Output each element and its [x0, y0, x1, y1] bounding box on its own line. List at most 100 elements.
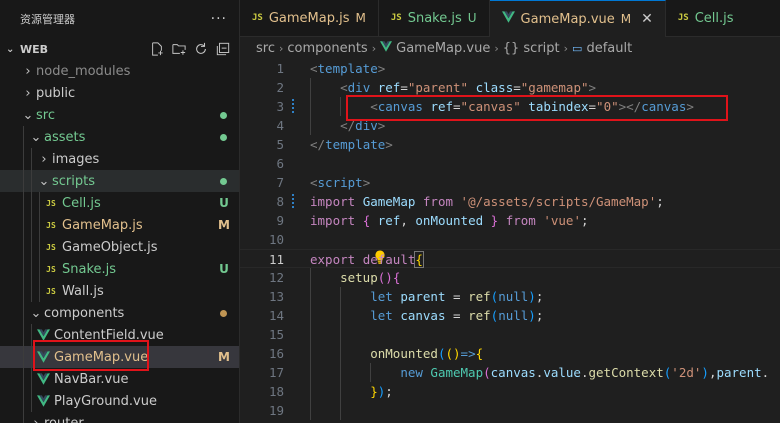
tab-snake-js[interactable]: JS Snake.js U [379, 0, 490, 36]
vue-file-icon [36, 328, 50, 342]
editor-area: JS GameMap.js M JS Snake.js U GameMap.vu… [240, 0, 780, 423]
code-line: 7 <script> [240, 173, 780, 192]
line-number: 14 [268, 308, 284, 323]
line-number: 5 [276, 137, 284, 152]
indent-guide [31, 346, 32, 368]
code-line: 9 import { ref, onMounted } from 'vue'; [240, 211, 780, 230]
indent-guide [31, 280, 32, 302]
line-number: 19 [268, 403, 284, 418]
code-editor[interactable]: 1 <template> 2 <div ref="parent" class="… [240, 59, 780, 423]
indent-guide [31, 390, 32, 412]
code-line: 17 new GameMap(canvas.value.getContext('… [240, 363, 780, 382]
tree-file-wall-js[interactable]: JS Wall.js [0, 280, 239, 302]
tree-file-navbar-vue[interactable]: NavBar.vue [0, 368, 239, 390]
tab-label: Snake.js [407, 10, 462, 26]
indent-guide [31, 324, 32, 346]
tree-label: Wall.js [62, 283, 104, 299]
code-line-current: 11 export default{ [240, 249, 780, 268]
tree-file-gameobject-js[interactable]: JS GameObject.js [0, 236, 239, 258]
collapse-all-icon[interactable] [215, 41, 231, 57]
tree-file-gamemap-vue[interactable]: GameMap.vue M [0, 346, 239, 368]
modified-line-marker [292, 194, 294, 209]
workspace-root[interactable]: ⌄ WEB [0, 38, 239, 60]
code-text: <template> [310, 61, 386, 76]
code-line: 18 }); [240, 382, 780, 401]
indent-guide [39, 258, 40, 280]
line-number: 10 [268, 232, 284, 247]
code-line: 12 setup(){ [240, 268, 780, 287]
tree-folder-src[interactable]: ⌄ src [0, 104, 239, 126]
line-number: 7 [276, 175, 284, 190]
vue-file-icon [36, 372, 50, 386]
tree-file-snake-js[interactable]: JS Snake.js U [0, 258, 239, 280]
git-status-dot [220, 309, 227, 317]
tree-file-gamemap-js[interactable]: JS GameMap.js M [0, 214, 239, 236]
line-number: 2 [276, 80, 284, 95]
indent-guide [31, 192, 32, 214]
chevron-right-icon: › [494, 41, 499, 55]
workspace-root-label: WEB [20, 42, 49, 56]
tree-label: src [36, 107, 55, 123]
tree-file-contentfield-vue[interactable]: ContentField.vue [0, 324, 239, 346]
code-text: <canvas ref="canvas" tabindex="0"></canv… [370, 99, 694, 114]
line-number: 15 [268, 327, 284, 342]
breadcrumb-item[interactable]: src [256, 41, 275, 56]
breadcrumb-item[interactable]: default [586, 41, 632, 56]
tree-file-playground-vue[interactable]: PlayGround.vue [0, 390, 239, 412]
indent-guide [23, 302, 24, 324]
tab-status-badge: U [467, 11, 477, 25]
code-text: <div ref="parent" class="gamemap"> [340, 80, 597, 95]
breadcrumb-item[interactable]: components [287, 41, 367, 56]
git-status-badge: U [219, 196, 229, 210]
indent-guide [31, 368, 32, 390]
vue-file-icon [36, 394, 50, 408]
tree-label: Cell.js [62, 195, 101, 211]
git-status-badge: M [218, 350, 230, 364]
chevron-right-icon: › [371, 41, 377, 55]
breadcrumb-item[interactable]: GameMap.vue [396, 41, 490, 56]
tab-cell-js[interactable]: JS Cell.js [666, 0, 746, 36]
tree-folder-public[interactable]: › public [0, 82, 239, 104]
more-actions-icon[interactable]: ··· [211, 11, 227, 27]
tab-gamemap-vue[interactable]: GameMap.vue M ✕ [489, 0, 666, 37]
code-line: 15 [240, 325, 780, 344]
tree-folder-assets[interactable]: ⌄ assets [0, 126, 239, 148]
tab-gamemap-js[interactable]: JS GameMap.js M [240, 0, 379, 36]
tree-folder-scripts[interactable]: ⌄ scripts [0, 170, 239, 192]
refresh-icon[interactable] [193, 41, 209, 57]
vue-file-icon [36, 350, 50, 364]
code-line: 16 onMounted(()=>{ [240, 344, 780, 363]
chevron-down-icon: ⌄ [6, 43, 15, 55]
tree-label: NavBar.vue [54, 371, 129, 387]
vue-file-icon [380, 40, 393, 56]
js-file-icon: JS [677, 13, 689, 23]
close-icon[interactable]: ✕ [641, 11, 653, 27]
code-text: onMounted(()=>{ [370, 346, 484, 361]
tree-label: node_modules [36, 63, 131, 79]
tree-folder-router[interactable]: › router [0, 412, 239, 423]
indent-guide [23, 280, 24, 302]
tree-folder-images[interactable]: › images [0, 148, 239, 170]
chevron-right-icon: › [25, 85, 31, 101]
indent-guide [23, 236, 24, 258]
code-line: 3 <canvas ref="canvas" tabindex="0"></ca… [240, 97, 780, 116]
new-file-icon[interactable] [149, 41, 165, 57]
tree-folder-components[interactable]: ⌄ components [0, 302, 239, 324]
code-text: import { ref, onMounted } from 'vue'; [310, 213, 589, 228]
tree-folder-node-modules[interactable]: › node_modules [0, 60, 239, 82]
new-folder-icon[interactable] [171, 41, 187, 57]
line-number: 8 [276, 194, 284, 209]
tree-file-cell-js[interactable]: JS Cell.js U [0, 192, 239, 214]
indent-guide [39, 192, 40, 214]
js-file-icon: JS [46, 264, 56, 274]
code-line: 4 </div> [240, 116, 780, 135]
git-status-dot [220, 177, 227, 185]
explorer-sidebar: 资源管理器 ··· ⌄ WEB › node_modules › public [0, 0, 240, 423]
breadcrumb-item[interactable]: {} script [503, 41, 560, 56]
line-number: 13 [268, 289, 284, 304]
tree-label: Snake.js [62, 261, 117, 277]
modified-line-marker [292, 99, 294, 114]
code-text: setup(){ [340, 270, 401, 285]
indent-guide [23, 324, 24, 346]
chevron-right-icon: › [278, 41, 284, 55]
